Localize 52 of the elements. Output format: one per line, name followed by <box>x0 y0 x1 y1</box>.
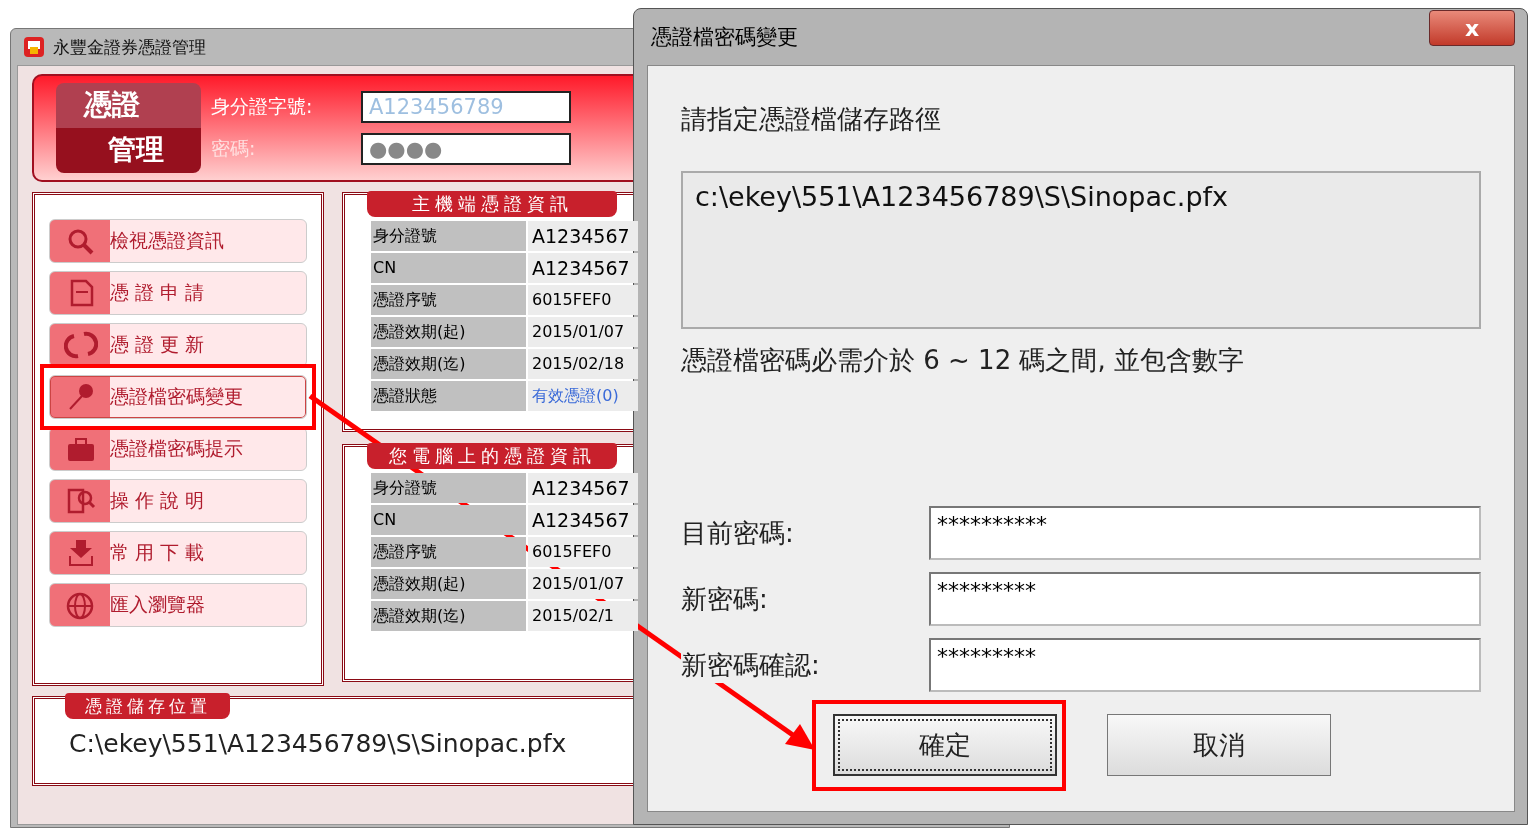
table-cell: 身分證號 <box>371 221 526 251</box>
hint-text: 憑證檔密碼必需介於 6 ~ 12 碼之間, 並包含數字 <box>681 344 1245 377</box>
logo-text: 憑證 <box>56 83 201 128</box>
table-cell: A1234567 <box>528 221 638 251</box>
close-button[interactable]: x <box>1429 10 1515 46</box>
table-cell: 憑證序號 <box>371 285 526 315</box>
ok-button[interactable]: 確定 <box>833 714 1057 776</box>
prompt-text: 請指定憑證檔儲存路徑 <box>681 103 942 136</box>
menu-item[interactable]: 憑 證 更 新 <box>49 323 307 367</box>
status-link[interactable]: 有效憑證(0) <box>528 381 638 411</box>
cancel-button[interactable]: 取消 <box>1107 714 1331 776</box>
panel-title: 憑證儲存位置 <box>65 693 230 719</box>
storage-path: C:\ekey\551\A123456789\S\Sinopac.pfx <box>69 729 568 758</box>
menu-item[interactable]: 檢視憑證資訊 <box>49 219 307 263</box>
menu-item[interactable]: 憑證檔密碼變更 <box>49 375 307 419</box>
table-cell: 2015/01/07 <box>528 317 638 347</box>
path-field[interactable]: c:\ekey\551\A123456789\S\Sinopac.pfx <box>681 171 1481 329</box>
panel-title: 您電腦上的憑證資訊 <box>367 443 617 469</box>
lock-icon <box>23 36 45 58</box>
logo-text: 管理 <box>56 128 201 173</box>
menu-item[interactable]: 憑 證 申 請 <box>49 271 307 315</box>
table-cell: 2015/01/07 <box>528 569 638 599</box>
menu-item[interactable]: 常 用 下 載 <box>49 531 307 575</box>
table-cell: A1234567 <box>528 473 638 503</box>
table-cell: 憑證效期(迄) <box>371 601 526 631</box>
table-cell: A1234567 <box>528 253 638 283</box>
field-label: 身分證字號: <box>211 94 314 119</box>
password-field[interactable]: ********* <box>929 638 1481 692</box>
table-cell: 身分證號 <box>371 473 526 503</box>
window-title: 永豐金證券憑證管理 <box>53 35 206 59</box>
table-cell: 6015FEF0 <box>528 537 638 567</box>
table-cell: 憑證效期(起) <box>371 317 526 347</box>
table-cell: 6015FEF0 <box>528 285 638 315</box>
table-cell: 憑證效期(迄) <box>371 349 526 379</box>
table-cell: 2015/02/18 <box>528 349 638 379</box>
refresh-icon <box>64 330 98 360</box>
password-field[interactable]: ********** <box>929 506 1481 560</box>
field-label: 密碼: <box>211 136 257 161</box>
table-cell: 憑證序號 <box>371 537 526 567</box>
menu-item[interactable]: 匯入瀏覽器 <box>49 583 307 627</box>
password-field[interactable]: ●●●● <box>361 133 571 165</box>
table-cell: 2015/02/1 <box>528 601 638 631</box>
table-cell: A1234567 <box>528 505 638 535</box>
table-cell: CN <box>371 505 526 535</box>
table-cell: 憑證效期(起) <box>371 569 526 599</box>
dialog-title: 憑證檔密碼變更 <box>651 24 798 51</box>
password-field[interactable]: ********* <box>929 572 1481 626</box>
menu-item[interactable]: 操 作 說 明 <box>49 479 307 523</box>
table-cell: 憑證狀態 <box>371 381 526 411</box>
menu-item[interactable]: 憑證檔密碼提示 <box>49 427 307 471</box>
panel-title: 主機端憑證資訊 <box>367 191 617 217</box>
table-cell: CN <box>371 253 526 283</box>
